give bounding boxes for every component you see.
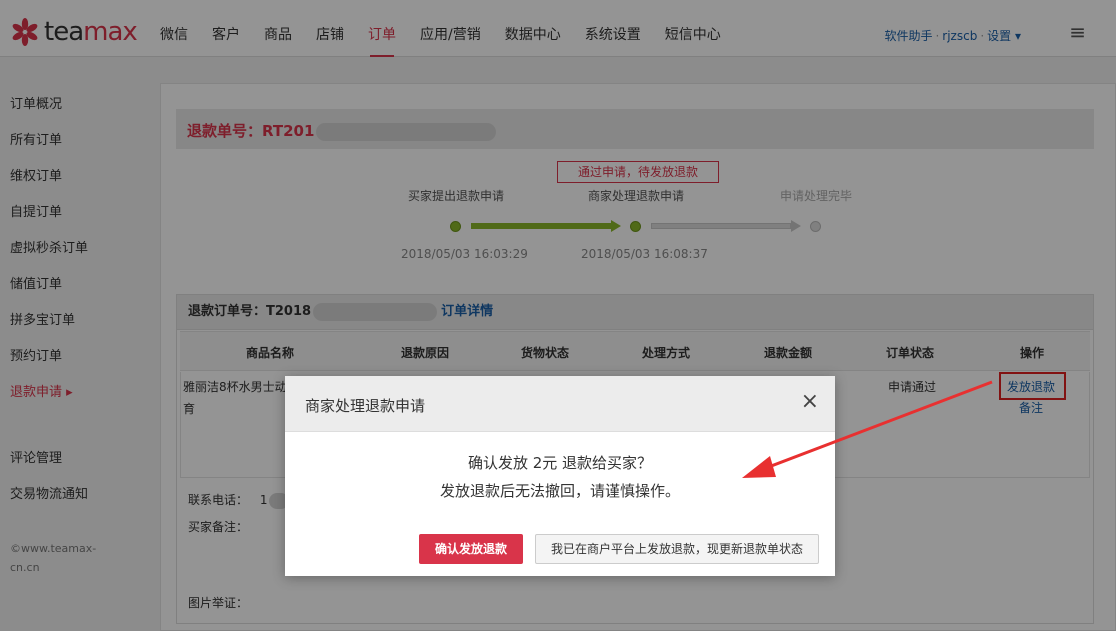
update-refund-status-button[interactable]: 我已在商户平台上发放退款，现更新退款单状态 (535, 534, 819, 564)
confirm-refund-button[interactable]: 确认发放退款 (419, 534, 523, 564)
close-icon[interactable]: × (801, 390, 819, 414)
dialog-message: 确认发放 2元 退款给买家？ (467, 454, 653, 472)
dialog-title: 商家处理退款申请 (305, 397, 426, 415)
dialog-warning: 发放退款后无法撤回，请谨慎操作。 (439, 482, 680, 500)
refund-confirm-dialog: 商家处理退款申请 × 确认发放 2元 退款给买家？ 发放退款后无法撤回，请谨慎操… (285, 376, 835, 576)
